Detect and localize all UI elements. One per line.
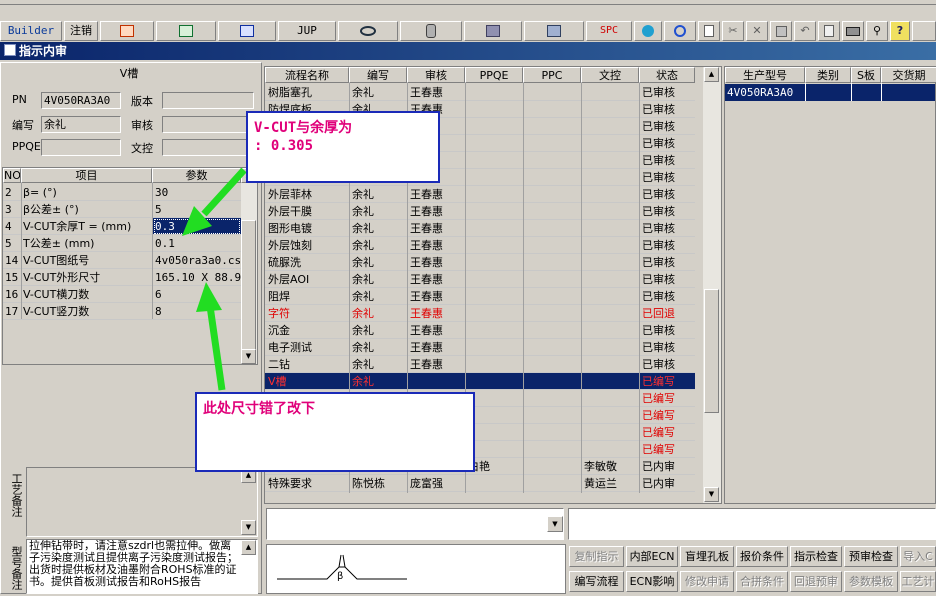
arrow-to-dimension-head-icon xyxy=(196,282,222,312)
annotation-arrows xyxy=(182,167,247,391)
callout-top-line1: V-CUT与余厚为 xyxy=(254,120,353,136)
callout-bottom-text: 此处尺寸错了改下 xyxy=(203,401,315,417)
arrow-to-dimension-shaft xyxy=(206,305,226,391)
callout-top-line2: : 0.305 xyxy=(254,138,314,154)
callout-top: V-CUT与余厚为 : 0.305 xyxy=(246,111,440,183)
arrow-to-thickness-shaft xyxy=(201,167,247,217)
callout-bottom: 此处尺寸错了改下 xyxy=(195,392,475,472)
